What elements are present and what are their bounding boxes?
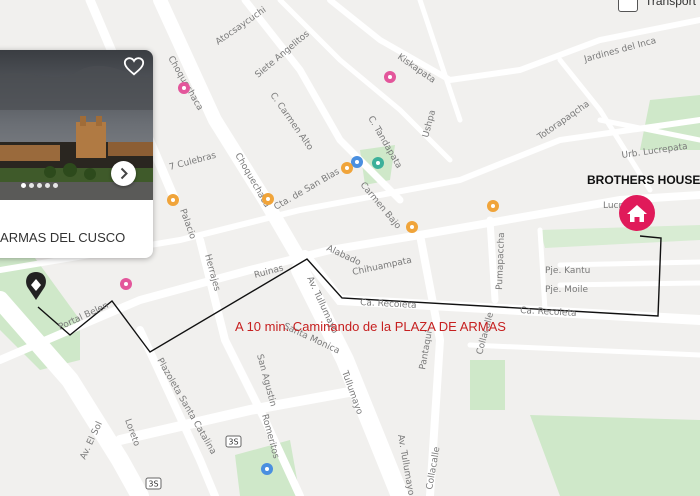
shop-icon[interactable] <box>167 194 179 206</box>
park-area <box>470 360 505 410</box>
restaurant-icon[interactable] <box>341 162 353 174</box>
street <box>557 259 700 268</box>
street-label: Ca. Recoleta <box>360 298 417 311</box>
next-photo-button[interactable] <box>111 161 136 186</box>
street-label: Pje. Kantu <box>545 266 590 276</box>
restaurant-icon[interactable] <box>406 221 418 233</box>
street-label: C. Carmen Alto <box>268 91 315 153</box>
street-label: Plazoleta Santa Catalina <box>154 357 217 457</box>
park-area <box>530 415 700 496</box>
street-label: Pje. Moile <box>545 285 588 295</box>
photo-pagination <box>17 183 58 191</box>
park-area <box>540 225 700 248</box>
pagination-dot[interactable] <box>37 183 42 188</box>
house-icon[interactable] <box>619 195 655 231</box>
street <box>115 385 365 445</box>
street-label: Carmen Bajo <box>358 181 403 232</box>
street-label: Pumapaccha <box>495 232 507 290</box>
shop-icon[interactable] <box>487 200 499 212</box>
restaurant-icon[interactable] <box>262 193 274 205</box>
route-shield: 3S <box>145 477 162 490</box>
pagination-dot[interactable] <box>53 183 58 188</box>
place-name: PLAZA DE ARMAS DEL CUSCO <box>0 230 126 245</box>
route-shield: 3S <box>225 435 242 448</box>
pagination-dot[interactable] <box>45 183 50 188</box>
transport-label: Transport <box>645 0 696 8</box>
poi-pink-icon[interactable] <box>120 278 132 290</box>
destination-label: BROTHERS HOUSE <box>587 173 700 187</box>
street <box>417 0 463 123</box>
transport-checkbox[interactable] <box>618 0 638 12</box>
street-label: Collacalle <box>425 446 442 491</box>
pagination-dot[interactable] <box>29 183 34 188</box>
street-label: Atocsaycuchi <box>214 5 268 47</box>
street <box>467 342 700 358</box>
street <box>136 326 219 496</box>
poi-pink-icon[interactable] <box>384 71 396 83</box>
street-label: Ca. Recoleta <box>520 306 577 319</box>
chevron-right-icon <box>120 167 128 180</box>
street-label: Pantaqui <box>418 330 435 370</box>
street-label: Palacio <box>177 208 197 241</box>
place-card[interactable]: PLAZA DE ARMAS DEL CUSCO <box>0 50 153 258</box>
pagination-dot[interactable] <box>21 183 26 188</box>
transport-toggle[interactable]: Transport <box>618 0 700 14</box>
street-label: 7 Culebras <box>168 151 217 173</box>
route-caption: A 10 min. Caminando de la PLAZA DE ARMAS <box>235 319 506 334</box>
heart-outline-icon[interactable] <box>123 55 145 77</box>
svg-text:3S: 3S <box>228 438 238 447</box>
street-label: Ushpa <box>421 109 438 139</box>
svg-text:3S: 3S <box>148 480 158 489</box>
poi-blue-icon[interactable] <box>261 463 273 475</box>
poi-pink-icon[interactable] <box>178 82 190 94</box>
poi-teal-icon[interactable] <box>372 157 384 169</box>
poi-blue-icon[interactable] <box>351 156 363 168</box>
